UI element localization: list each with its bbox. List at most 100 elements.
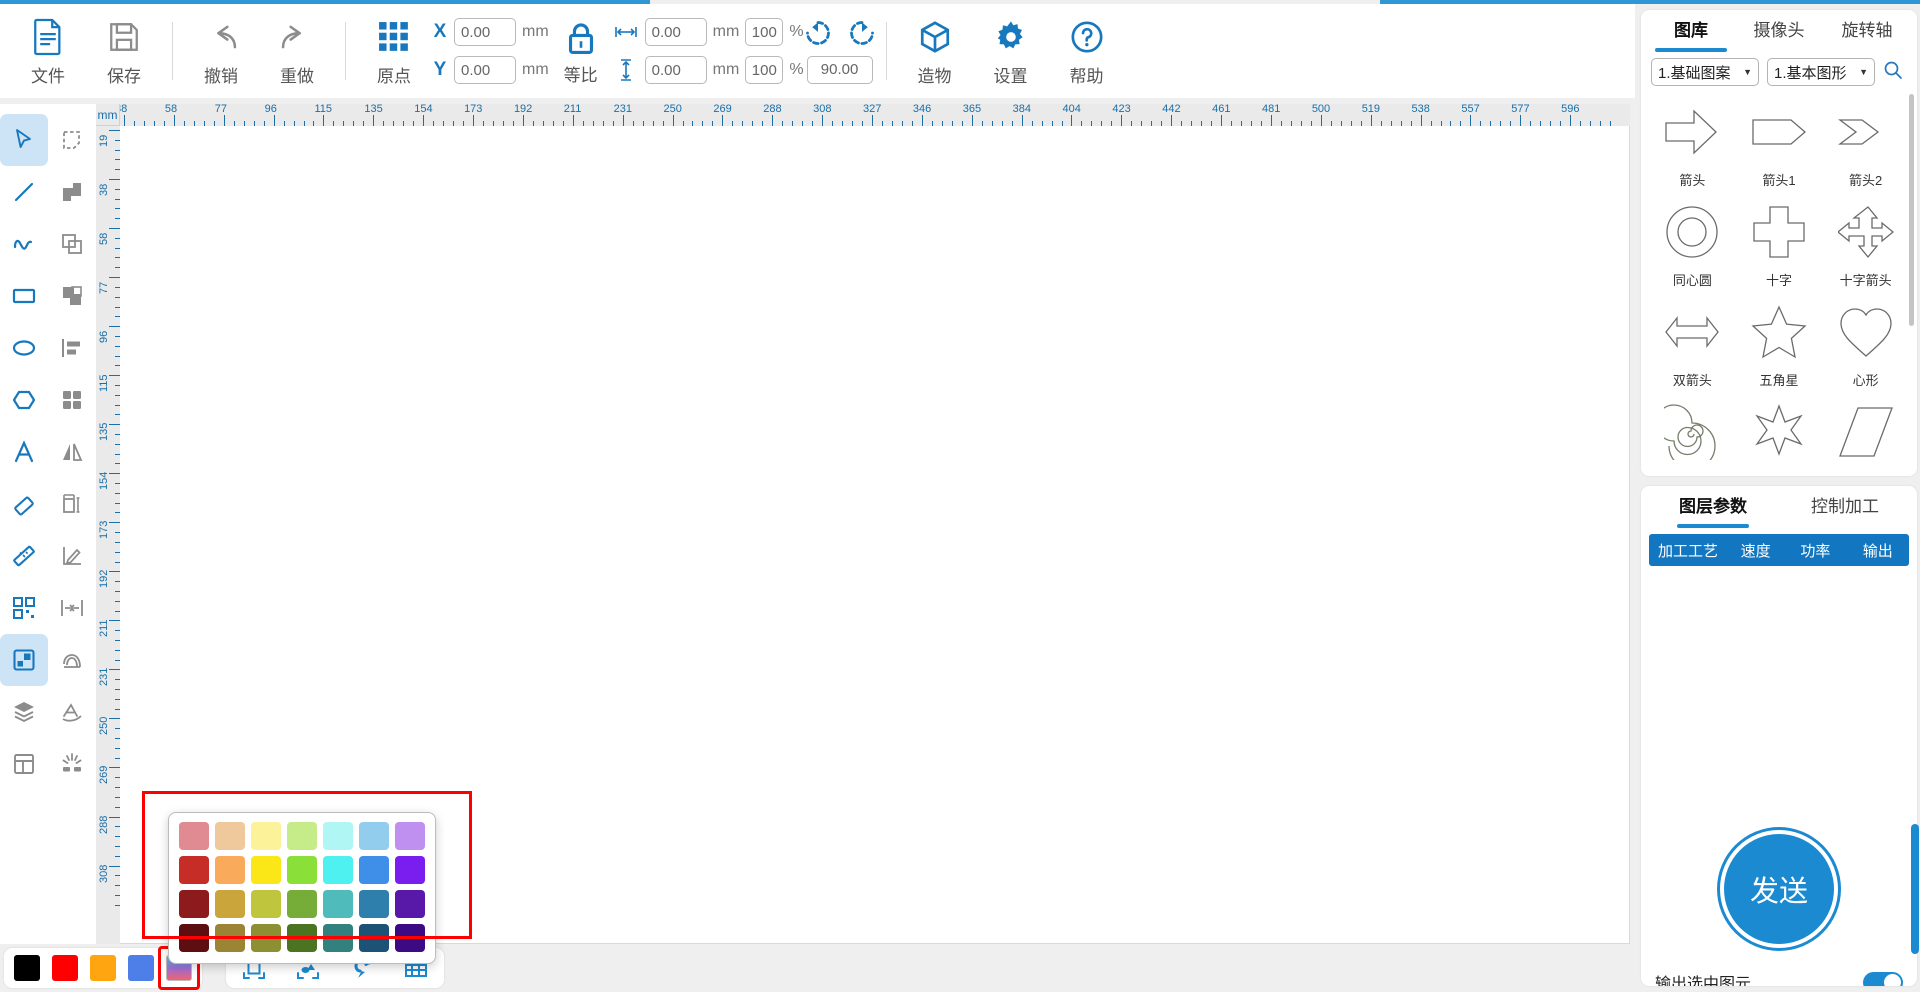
offset-tool[interactable] (48, 634, 96, 686)
text-tool[interactable] (0, 426, 48, 478)
redo-button[interactable]: 重做 (259, 8, 335, 94)
palette-color-0-3[interactable] (287, 822, 317, 850)
shape-item[interactable]: 双箭头 (1649, 296, 1736, 396)
rotate-right-icon[interactable] (848, 19, 876, 52)
width-percent-input[interactable] (745, 18, 784, 46)
build-button[interactable]: 造物 (897, 8, 973, 94)
node-edit-tool[interactable] (48, 114, 96, 166)
color-swatch-black[interactable] (14, 955, 40, 981)
layers-tool[interactable] (0, 686, 48, 738)
horizontal-ruler[interactable]: 38 58 77 96 115 135 154 173 192 211 231 250 269 288 30… (96, 104, 1630, 126)
color-palette-popup[interactable] (168, 812, 436, 964)
palette-color-1-3[interactable] (287, 856, 317, 884)
width-input[interactable] (644, 18, 707, 46)
union-tool[interactable] (48, 166, 96, 218)
vertical-ruler[interactable]: 19 38 58 77 96 115 135 154 173 192 211 231 250 269 288… (96, 104, 120, 944)
help-button[interactable]: 帮助 (1049, 8, 1125, 94)
spark-tool[interactable] (48, 738, 96, 790)
palette-color-0-6[interactable] (395, 822, 425, 850)
color-swatch-blue[interactable] (128, 955, 154, 981)
output-selected-toggle[interactable] (1863, 971, 1903, 986)
x-input[interactable] (454, 18, 516, 46)
right-panel-scrollbar[interactable] (1911, 824, 1919, 954)
palette-color-3-1[interactable] (215, 924, 245, 952)
palette-color-0-2[interactable] (251, 822, 281, 850)
tab-rotary-axis[interactable]: 旋转轴 (1823, 10, 1911, 52)
palette-color-2-4[interactable] (323, 890, 353, 918)
save-button[interactable]: 保存 (86, 8, 162, 94)
eraser-tool[interactable] (0, 478, 48, 530)
y-input[interactable] (454, 56, 516, 84)
shape-item[interactable]: 箭头1 (1736, 96, 1823, 196)
distribute-tool[interactable] (48, 374, 96, 426)
curve-tool[interactable] (0, 218, 48, 270)
angle-edit-tool[interactable] (48, 530, 96, 582)
subcategory-select[interactable]: 1.基本图形 ▼ (1767, 58, 1875, 86)
palette-color-0-4[interactable] (323, 822, 353, 850)
settings-button[interactable]: 设置 (973, 8, 1049, 94)
shape-item[interactable]: 五角星 (1736, 296, 1823, 396)
height-percent-input[interactable] (745, 56, 784, 84)
curve-text-tool[interactable] (48, 686, 96, 738)
select-tool[interactable] (0, 114, 48, 166)
shape-item[interactable]: 同心圆 (1649, 196, 1736, 296)
color-swatch-orange[interactable] (90, 955, 116, 981)
layout-tool[interactable] (0, 738, 48, 790)
shape-item[interactable]: 十字 (1736, 196, 1823, 296)
ellipse-tool[interactable] (0, 322, 48, 374)
rectangle-tool[interactable] (0, 270, 48, 322)
tab-camera[interactable]: 摄像头 (1735, 10, 1823, 52)
palette-color-3-2[interactable] (251, 924, 281, 952)
palette-color-1-1[interactable] (215, 856, 245, 884)
tab-library[interactable]: 图库 (1647, 10, 1735, 52)
palette-color-1-5[interactable] (359, 856, 389, 884)
palette-color-2-3[interactable] (287, 890, 317, 918)
palette-color-1-2[interactable] (251, 856, 281, 884)
palette-color-3-5[interactable] (359, 924, 389, 952)
measure-frame-tool[interactable] (48, 478, 96, 530)
gap-tool[interactable] (48, 582, 96, 634)
tab-layer-params[interactable]: 图层参数 (1647, 486, 1779, 528)
file-button[interactable]: 文件 (10, 8, 86, 94)
palette-color-2-1[interactable] (215, 890, 245, 918)
palette-color-2-2[interactable] (251, 890, 281, 918)
shape-item[interactable]: 螺旋线 (1649, 396, 1736, 470)
rotation-input[interactable] (806, 55, 873, 84)
palette-color-3-4[interactable] (323, 924, 353, 952)
tab-control-process[interactable]: 控制加工 (1779, 486, 1911, 528)
palette-color-0-1[interactable] (215, 822, 245, 850)
palette-color-1-6[interactable] (395, 856, 425, 884)
qrcode-tool[interactable] (0, 582, 48, 634)
polygon-tool[interactable] (0, 374, 48, 426)
proportional-lock-button[interactable]: 等比 (549, 8, 613, 94)
ruler-tool[interactable] (0, 530, 48, 582)
line-tool[interactable] (0, 166, 48, 218)
height-input[interactable] (644, 56, 707, 84)
shape-item[interactable]: 箭头 (1649, 96, 1736, 196)
origin-button[interactable]: 原点 (356, 8, 432, 94)
shape-item[interactable]: 平行四边形 (1822, 396, 1909, 470)
undo-button[interactable]: 撤销 (183, 8, 259, 94)
category-select[interactable]: 1.基础图案 ▼ (1651, 58, 1759, 86)
palette-color-3-3[interactable] (287, 924, 317, 952)
palette-color-0-0[interactable] (179, 822, 209, 850)
palette-color-0-5[interactable] (359, 822, 389, 850)
send-button[interactable]: 发送 (1720, 830, 1838, 948)
align-tool[interactable] (48, 322, 96, 374)
shape-item[interactable]: 箭头2 (1822, 96, 1909, 196)
search-icon[interactable] (1883, 60, 1903, 85)
image-tool[interactable] (0, 634, 48, 686)
palette-color-2-5[interactable] (359, 890, 389, 918)
color-swatch-red[interactable] (52, 955, 78, 981)
rotate-left-icon[interactable] (804, 19, 832, 52)
library-scrollbar[interactable] (1909, 94, 1914, 326)
palette-color-3-6[interactable] (395, 924, 425, 952)
palette-color-2-6[interactable] (395, 890, 425, 918)
subtract-tool[interactable] (48, 270, 96, 322)
mirror-tool[interactable] (48, 426, 96, 478)
intersect-tool[interactable] (48, 218, 96, 270)
palette-color-1-4[interactable] (323, 856, 353, 884)
shape-item[interactable]: 十字箭头 (1822, 196, 1909, 296)
shape-item[interactable]: 心形 (1822, 296, 1909, 396)
layer-table-body[interactable] (1641, 566, 1917, 816)
